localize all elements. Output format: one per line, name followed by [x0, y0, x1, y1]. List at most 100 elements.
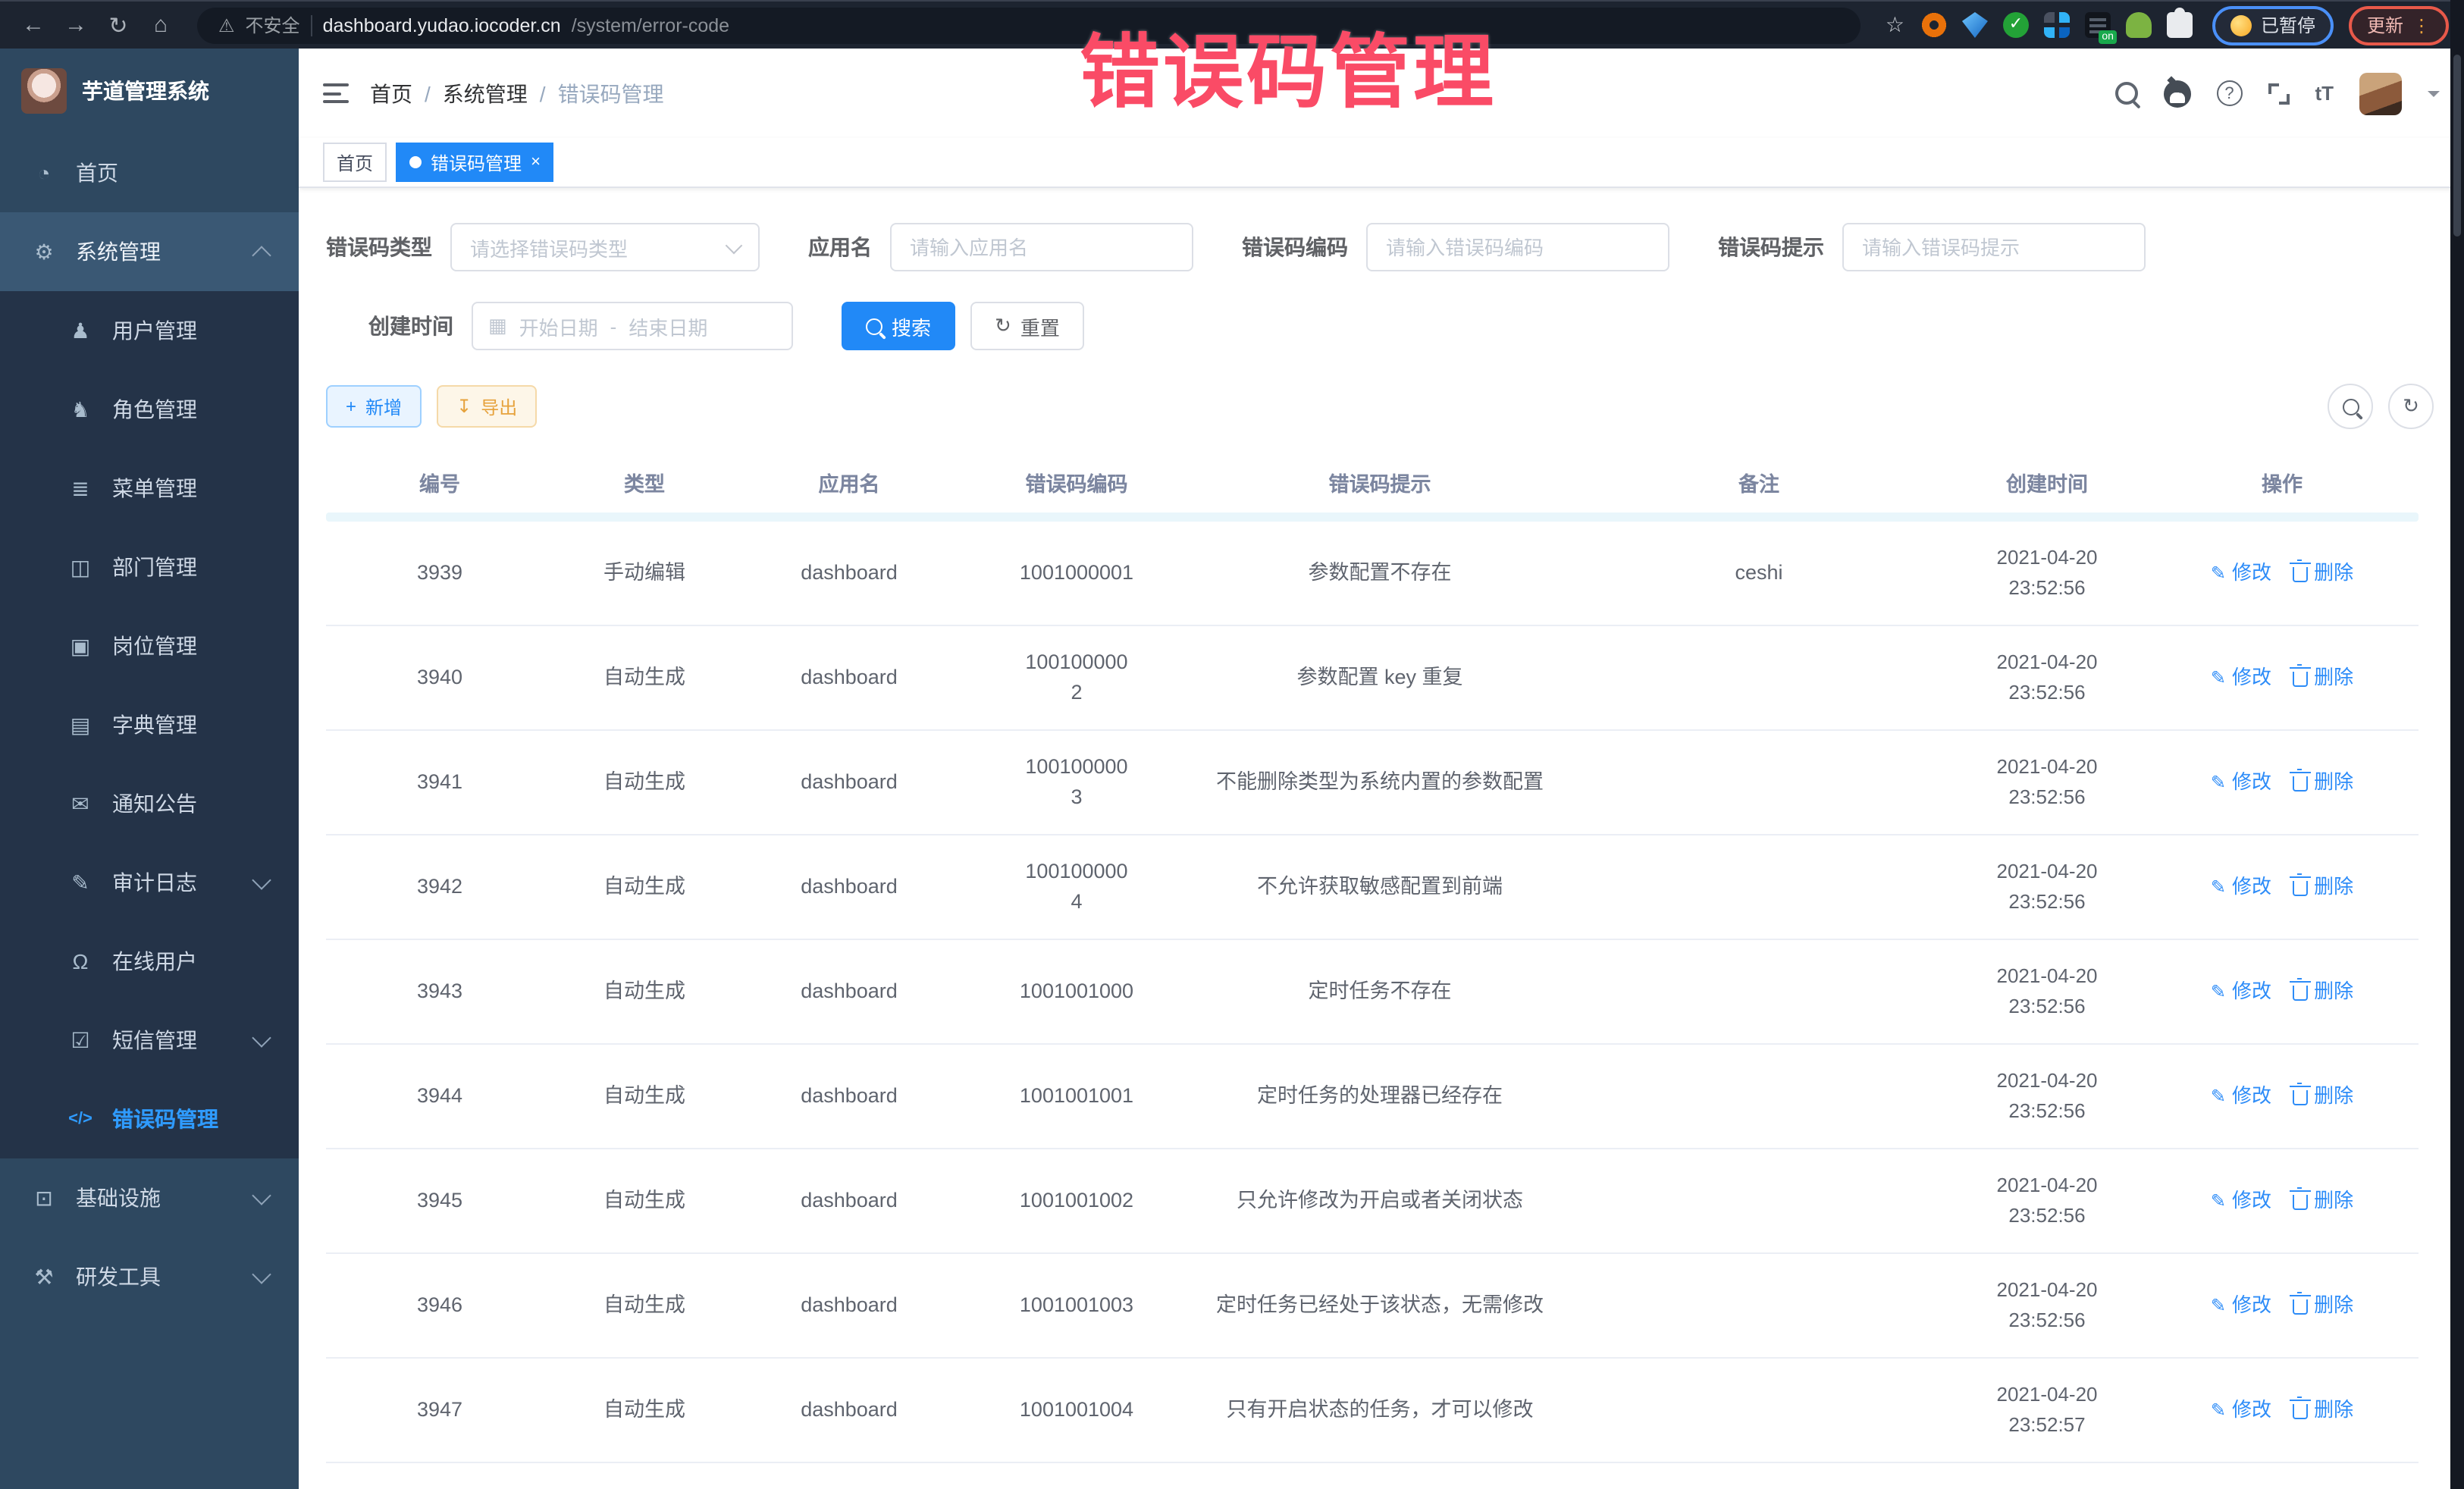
show-search-toggle-button[interactable]: [2328, 384, 2373, 429]
sidebar-item-audit-log[interactable]: ✎审计日志: [0, 843, 299, 922]
delete-link[interactable]: 删除: [2293, 1186, 2353, 1216]
home-icon[interactable]: ⌂: [143, 12, 179, 38]
search-icon[interactable]: [2114, 82, 2137, 105]
edit-link[interactable]: ✎修改: [2211, 767, 2271, 798]
sidebar-item-error-code[interactable]: </>错误码管理: [0, 1080, 299, 1158]
avatar-dropdown-caret-icon[interactable]: [2428, 90, 2440, 102]
font-size-icon[interactable]: tT: [2315, 82, 2334, 105]
column-header: 备注: [1569, 467, 1948, 497]
error-type-select[interactable]: 请选择错误码类型: [450, 223, 760, 271]
bookmark-star-icon[interactable]: ☆: [1886, 12, 1904, 38]
back-icon[interactable]: ←: [15, 12, 52, 38]
ext-green-key-icon[interactable]: [2126, 12, 2152, 38]
ext-blue-gem-icon[interactable]: [1962, 12, 1988, 38]
sidebar-item-label: 菜单管理: [112, 473, 197, 503]
edit-link[interactable]: ✎修改: [2211, 1290, 2271, 1321]
reload-icon[interactable]: ↻: [100, 11, 136, 39]
forward-icon[interactable]: →: [58, 12, 94, 38]
edit-link[interactable]: ✎修改: [2211, 1395, 2271, 1425]
create-time-label: 创建时间: [368, 311, 453, 341]
ext-grid-icon[interactable]: [2044, 12, 2070, 38]
user-avatar[interactable]: [2359, 72, 2402, 114]
table-row[interactable]: 3948 自动生成 dashboard 1001001005 CRON 表达式不…: [326, 1463, 2419, 1489]
table-row[interactable]: 3940 自动生成 dashboard 100100000 2 参数配置 key…: [326, 626, 2419, 731]
sidebar-item-notice[interactable]: ✉通知公告: [0, 764, 299, 843]
delete-link[interactable]: 删除: [2293, 767, 2353, 798]
delete-link[interactable]: 删除: [2293, 1395, 2353, 1425]
breadcrumb-item[interactable]: 系统管理: [443, 78, 528, 108]
extension-paused-badge[interactable]: 已暂停: [2212, 5, 2334, 45]
cell-hint: 定时任务的处理器已经存在: [1190, 1060, 1569, 1133]
table-row[interactable]: 3947 自动生成 dashboard 1001001004 只有开启状态的任务…: [326, 1359, 2419, 1463]
sidebar-item-sms[interactable]: ☑短信管理: [0, 1001, 299, 1080]
page-content: 错误码类型 请选择错误码类型 应用名 错误码编码: [299, 188, 2464, 1489]
app-name-input[interactable]: [890, 223, 1193, 271]
edit-link[interactable]: ✎修改: [2211, 558, 2271, 588]
address-bar[interactable]: ⚠ 不安全 dashboard.yudao.iocoder.cn/system/…: [197, 7, 1861, 43]
cell-remark: [1569, 866, 1948, 908]
cell-type: 自动生成: [553, 1374, 735, 1447]
table-row[interactable]: 3946 自动生成 dashboard 1001001003 定时任务已经处于该…: [326, 1254, 2419, 1359]
sidebar-item-role[interactable]: ♞角色管理: [0, 370, 299, 449]
infrastructure-icon: ⊡: [30, 1185, 58, 1211]
sidebar-item-online-user[interactable]: Ω在线用户: [0, 922, 299, 1001]
window-scrollbar[interactable]: [2450, 0, 2464, 1489]
refresh-table-button[interactable]: ↻: [2388, 384, 2434, 429]
date-range-picker[interactable]: ▦ 开始日期 - 结束日期: [472, 302, 793, 350]
scrollbar-thumb[interactable]: [2453, 55, 2461, 237]
ext-green-check-icon[interactable]: ✓: [2003, 12, 2029, 38]
view-tab-inactive[interactable]: 首页: [323, 143, 387, 182]
delete-link[interactable]: 删除: [2293, 1081, 2353, 1111]
export-button[interactable]: ↧ 导出: [437, 385, 537, 428]
edit-link[interactable]: ✎修改: [2211, 976, 2271, 1007]
close-icon[interactable]: ×: [531, 153, 541, 171]
sidebar-item-system[interactable]: ⚙系统管理: [0, 212, 299, 291]
view-tab-active[interactable]: 错误码管理×: [396, 143, 554, 182]
ext-orange-ring-icon[interactable]: [1921, 12, 1947, 38]
hamburger-icon[interactable]: [323, 83, 349, 103]
delete-link[interactable]: 删除: [2293, 872, 2353, 902]
fullscreen-icon[interactable]: [2268, 83, 2289, 104]
table-row[interactable]: 3944 自动生成 dashboard 1001001001 定时任务的处理器已…: [326, 1045, 2419, 1149]
table-row[interactable]: 3939 手动编辑 dashboard 1001000001 参数配置不存在 c…: [326, 522, 2419, 626]
error-hint-input[interactable]: [1842, 223, 2146, 271]
table-row[interactable]: 3943 自动生成 dashboard 1001001000 定时任务不存在 2…: [326, 940, 2419, 1045]
sidebar-item-dept[interactable]: ◫部门管理: [0, 528, 299, 607]
cell-id: 3946: [326, 1269, 553, 1342]
table-row[interactable]: 3941 自动生成 dashboard 100100000 3 不能删除类型为系…: [326, 731, 2419, 835]
app-title: 芋道管理系统: [82, 76, 209, 106]
delete-link[interactable]: 删除: [2293, 558, 2353, 588]
app-logo[interactable]: 芋道管理系统: [0, 49, 299, 133]
search-button[interactable]: 搜索: [842, 302, 955, 350]
sidebar-item-infra[interactable]: ⊡基础设施: [0, 1158, 299, 1237]
error-code-input[interactable]: [1366, 223, 1669, 271]
breadcrumb-item[interactable]: 首页: [370, 78, 412, 108]
table-row[interactable]: 3942 自动生成 dashboard 100100000 4 不允许获取敏感配…: [326, 835, 2419, 940]
table-row[interactable]: 3945 自动生成 dashboard 1001001002 只允许修改为开启或…: [326, 1149, 2419, 1254]
edit-link[interactable]: ✎修改: [2211, 1186, 2271, 1216]
sidebar-item-dev-tools[interactable]: ⚒研发工具: [0, 1237, 299, 1316]
github-icon[interactable]: [2163, 80, 2190, 107]
delete-link[interactable]: 删除: [2293, 1290, 2353, 1321]
edit-link[interactable]: ✎修改: [2211, 872, 2271, 902]
browser-update-button[interactable]: 更新 ⋮: [2349, 5, 2449, 45]
edit-link[interactable]: ✎修改: [2211, 1081, 2271, 1111]
help-icon[interactable]: ?: [2216, 80, 2242, 106]
add-button[interactable]: + 新增: [326, 385, 422, 428]
sidebar-item-dict[interactable]: ▤字典管理: [0, 685, 299, 764]
plus-icon: +: [346, 396, 356, 417]
sidebar-item-post[interactable]: ▣岗位管理: [0, 607, 299, 685]
menu-list-icon: ≣: [67, 475, 94, 501]
kebab-menu-icon[interactable]: ⋮: [2412, 14, 2431, 36]
sms-icon: ☑: [67, 1027, 94, 1053]
reset-button[interactable]: ↻ 重置: [970, 302, 1084, 350]
edit-link[interactable]: ✎修改: [2211, 663, 2271, 693]
extensions-puzzle-icon[interactable]: [2167, 12, 2193, 38]
delete-link[interactable]: 删除: [2293, 976, 2353, 1007]
ext-dark-list-icon[interactable]: on: [2085, 12, 2111, 38]
chevron-up-icon: [252, 245, 271, 264]
delete-link[interactable]: 删除: [2293, 663, 2353, 693]
sidebar-item-menu[interactable]: ≣ 菜单管理: [0, 449, 299, 528]
sidebar-item-home[interactable]: ◔首页: [0, 133, 299, 212]
sidebar-item-user[interactable]: ♟用户管理: [0, 291, 299, 370]
